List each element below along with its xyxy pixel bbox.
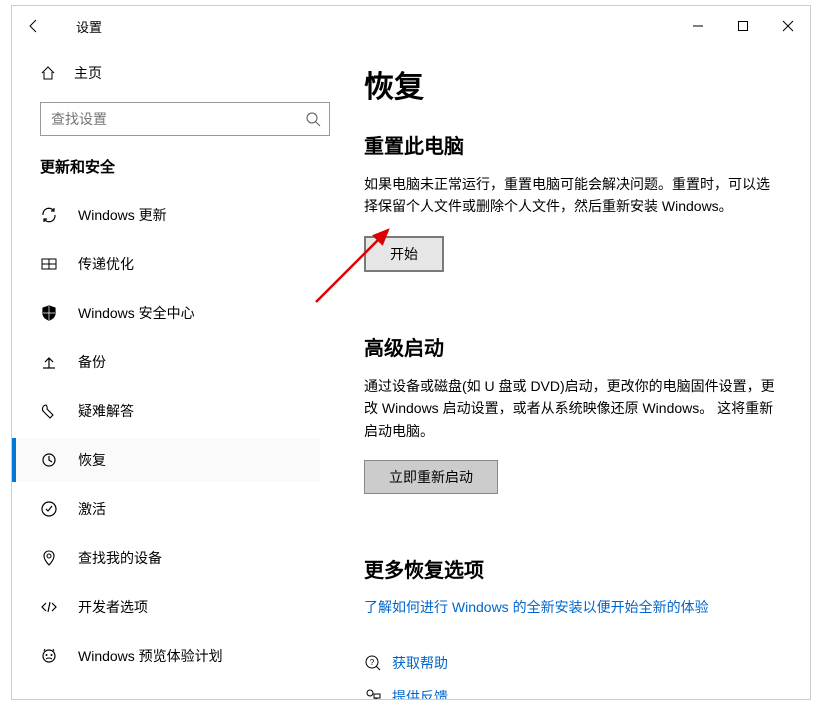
titlebar: 设置 — [12, 6, 810, 46]
sidebar-item-9[interactable]: Windows 预览体验计划 — [12, 634, 320, 678]
reset-description: 如果电脑未正常运行，重置电脑可能会解决问题。重置时，可以选择保留个人文件或删除个… — [364, 173, 780, 218]
main-panel: 恢复 重置此电脑 如果电脑未正常运行，重置电脑可能会解决问题。重置时，可以选择保… — [328, 46, 810, 699]
sidebar: 主页 更新和安全 Windows 更新 传递优化 Windows 安全中心 备份… — [12, 46, 328, 699]
help-links: ? 获取帮助 提供反馈 — [364, 653, 780, 699]
sidebar-item-7[interactable]: 查找我的设备 — [12, 536, 320, 580]
nav-list: Windows 更新 传递优化 Windows 安全中心 备份 疑难解答 恢复 … — [30, 193, 320, 678]
activation-icon — [40, 500, 64, 518]
svg-text:?: ? — [370, 658, 375, 667]
sidebar-item-label: 传递优化 — [78, 254, 134, 274]
home-label: 主页 — [74, 63, 102, 83]
search-icon — [305, 111, 321, 127]
settings-window: 设置 主页 — [11, 5, 811, 700]
sidebar-item-0[interactable]: Windows 更新 — [12, 193, 320, 237]
more-options-section: 更多恢复选项 了解如何进行 Windows 的全新安装以便开始全新的体验 — [364, 554, 780, 617]
feedback-icon — [364, 688, 392, 699]
feedback-row[interactable]: 提供反馈 — [364, 687, 780, 699]
reset-start-button[interactable]: 开始 — [364, 236, 444, 272]
home-link[interactable]: 主页 — [30, 54, 320, 92]
page-title: 恢复 — [364, 62, 780, 106]
advanced-heading: 高级启动 — [364, 332, 780, 361]
window-title: 设置 — [76, 17, 102, 36]
get-help-link: 获取帮助 — [392, 653, 448, 673]
back-button[interactable] — [16, 8, 52, 44]
advanced-restart-button[interactable]: 立即重新启动 — [364, 460, 498, 494]
recovery-icon — [40, 451, 64, 469]
sidebar-item-label: 查找我的设备 — [78, 548, 162, 568]
find-device-icon — [40, 549, 64, 567]
sidebar-item-label: Windows 预览体验计划 — [78, 646, 223, 666]
help-icon: ? — [364, 654, 392, 672]
sidebar-item-label: 备份 — [78, 352, 106, 372]
sidebar-item-6[interactable]: 激活 — [12, 487, 320, 531]
sidebar-item-label: 激活 — [78, 499, 106, 519]
content: 主页 更新和安全 Windows 更新 传递优化 Windows 安全中心 备份… — [12, 46, 810, 699]
window-controls — [675, 11, 810, 41]
sync-icon — [40, 206, 64, 224]
reset-heading: 重置此电脑 — [364, 130, 780, 159]
sidebar-item-label: Windows 更新 — [78, 205, 167, 225]
search-input[interactable] — [41, 103, 329, 135]
delivery-icon — [40, 255, 64, 273]
close-button[interactable] — [765, 11, 810, 41]
advanced-section: 高级启动 通过设备或磁盘(如 U 盘或 DVD)启动，更改你的电脑固件设置，更改… — [364, 332, 780, 494]
search-box[interactable] — [40, 102, 330, 136]
maximize-button[interactable] — [720, 11, 765, 41]
more-options-heading: 更多恢复选项 — [364, 554, 780, 583]
backup-icon — [40, 353, 64, 371]
developer-icon — [40, 598, 64, 616]
sidebar-item-5[interactable]: 恢复 — [12, 438, 320, 482]
home-icon — [40, 65, 62, 81]
minimize-button[interactable] — [675, 11, 720, 41]
sidebar-item-label: 恢复 — [78, 450, 106, 470]
sidebar-item-2[interactable]: Windows 安全中心 — [12, 291, 320, 335]
troubleshoot-icon — [40, 402, 64, 420]
sidebar-item-8[interactable]: 开发者选项 — [12, 585, 320, 629]
sidebar-item-label: Windows 安全中心 — [78, 303, 195, 323]
sidebar-item-label: 疑难解答 — [78, 401, 134, 421]
sidebar-item-3[interactable]: 备份 — [12, 340, 320, 384]
get-help-row[interactable]: ? 获取帮助 — [364, 653, 780, 673]
advanced-description: 通过设备或磁盘(如 U 盘或 DVD)启动，更改你的电脑固件设置，更改 Wind… — [364, 375, 780, 442]
insider-icon — [40, 647, 64, 665]
category-heading: 更新和安全 — [30, 156, 320, 177]
reset-section: 重置此电脑 如果电脑未正常运行，重置电脑可能会解决问题。重置时，可以选择保留个人… — [364, 130, 780, 272]
sidebar-item-label: 开发者选项 — [78, 597, 148, 617]
feedback-link: 提供反馈 — [392, 687, 448, 699]
sidebar-item-1[interactable]: 传递优化 — [12, 242, 320, 286]
fresh-install-link[interactable]: 了解如何进行 Windows 的全新安装以便开始全新的体验 — [364, 599, 709, 615]
shield-icon — [40, 304, 64, 322]
sidebar-item-4[interactable]: 疑难解答 — [12, 389, 320, 433]
